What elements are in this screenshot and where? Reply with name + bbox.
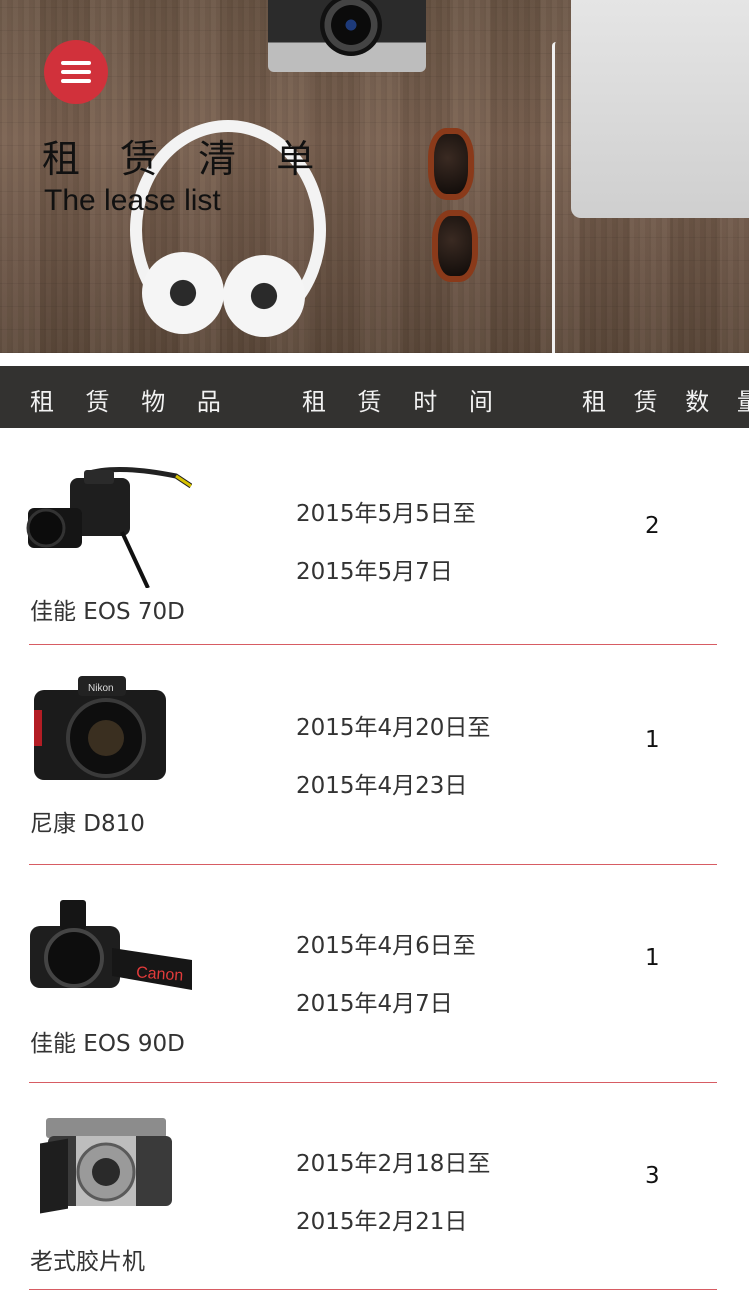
sunglasses-lens-bottom: [432, 210, 478, 282]
cable-decor: [552, 42, 560, 353]
rental-start: 2015年4月20日至: [296, 715, 491, 741]
row-divider: [29, 864, 717, 865]
film-camera-icon: [40, 1118, 172, 1214]
rental-start: 2015年5月5日至: [296, 501, 476, 527]
camera-decor: [268, 0, 426, 72]
table-header: 租 赁 物 品 租 赁 时 间 租 赁 数 量: [0, 366, 749, 428]
table-row[interactable]: Canon 2015年4月6日至 2015年4月7日 1 佳能 EOS 90D: [0, 866, 749, 1084]
table-row[interactable]: 2015年5月5日至 2015年5月7日 2 佳能 EOS 70D: [0, 428, 749, 646]
rental-end: 2015年4月23日: [296, 773, 468, 799]
column-header-item: 租 赁 物 品: [30, 388, 233, 416]
menu-button[interactable]: [44, 40, 108, 104]
rental-quantity: 3: [645, 1163, 660, 1189]
rental-quantity: 2: [645, 513, 660, 539]
row-divider: [29, 1082, 717, 1083]
item-name: 老式胶片机: [30, 1249, 145, 1275]
rental-quantity: 1: [645, 945, 660, 971]
row-divider: [29, 644, 717, 645]
sunglasses-lens-top: [428, 128, 474, 200]
column-header-time: 租 赁 时 间: [302, 388, 505, 416]
row-divider: [29, 1289, 717, 1290]
rental-end: 2015年2月21日: [296, 1209, 468, 1235]
rental-start: 2015年4月6日至: [296, 933, 476, 959]
camera-icon: Canon: [30, 900, 192, 990]
headphone-cup-left: [142, 252, 224, 334]
page-title: 租 赁 清 单: [42, 137, 329, 181]
table-row[interactable]: 2015年2月18日至 2015年2月21日 3 老式胶片机: [0, 1084, 749, 1294]
camera-icon: Nikon: [34, 676, 166, 780]
item-name: 佳能 EOS 70D: [30, 599, 185, 625]
laptop-decor: [571, 0, 749, 218]
svg-text:Nikon: Nikon: [88, 683, 114, 694]
hero-banner: 租 赁 清 单 The lease list: [0, 0, 749, 353]
item-name: 尼康 D810: [30, 811, 145, 837]
page-subtitle: The lease list: [44, 184, 221, 217]
camera-icon: [26, 467, 192, 588]
svg-text:Canon: Canon: [136, 964, 184, 984]
headphone-cup-right: [223, 255, 305, 337]
rental-end: 2015年4月7日: [296, 991, 453, 1017]
menu-icon: [61, 61, 91, 65]
rental-start: 2015年2月18日至: [296, 1151, 491, 1177]
rental-end: 2015年5月7日: [296, 559, 453, 585]
table-row[interactable]: Nikon 2015年4月20日至 2015年4月23日 1 尼康 D810: [0, 646, 749, 865]
rental-quantity: 1: [645, 727, 660, 753]
item-name: 佳能 EOS 90D: [30, 1031, 185, 1057]
column-header-quantity: 租 赁 数 量: [582, 388, 749, 416]
